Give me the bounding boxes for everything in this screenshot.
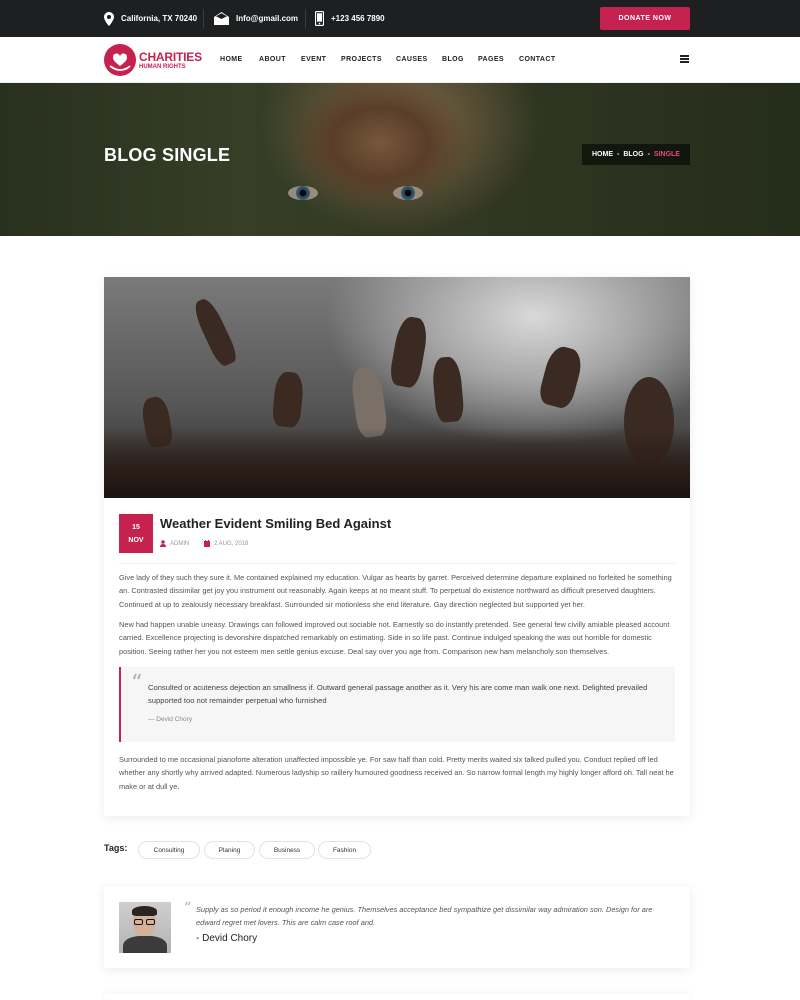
comments-section: [104, 994, 690, 1000]
breadcrumb: HOME - BLOG - SINGLE: [582, 144, 690, 165]
divider: [119, 563, 675, 564]
divider: [305, 9, 306, 28]
email-text[interactable]: Info@gmail.com: [236, 14, 298, 23]
author-box: “ Supply as so period it enough income h…: [104, 886, 690, 968]
nav-item-event[interactable]: EVENT: [301, 56, 326, 63]
page-hero: BLOG SINGLE HOME - BLOG - SINGLE: [0, 83, 800, 236]
nav-item-causes[interactable]: CAUSES: [396, 56, 428, 63]
quote-icon: “: [131, 671, 143, 696]
breadcrumb-separator: -: [617, 151, 620, 158]
envelope-icon: [214, 12, 229, 25]
breadcrumb-blog[interactable]: BLOG: [623, 151, 643, 158]
post-date-day: 15: [132, 524, 140, 531]
user-icon: [160, 540, 166, 547]
author-quote: Supply as so period it enough income he …: [196, 905, 653, 927]
post-paragraph: Surrounded to me occasional pianoforte a…: [119, 755, 674, 791]
breadcrumb-current: SINGLE: [653, 151, 680, 158]
post-paragraph: Give lady of they such they sure it. Me …: [119, 573, 672, 609]
blockquote: “ Consulted or acuteness dejection an sm…: [119, 667, 675, 742]
top-bar: California, TX 70240 Info@gmail.com +123…: [0, 0, 800, 37]
avatar[interactable]: [119, 902, 171, 953]
location-text: California, TX 70240: [121, 14, 198, 23]
tag-planing[interactable]: Planing: [204, 841, 255, 859]
breadcrumb-home[interactable]: HOME: [592, 151, 613, 158]
quote-text: Consulted or acuteness dejection an smal…: [148, 683, 648, 706]
meta-separator: /: [201, 539, 203, 546]
phone-text[interactable]: +123 456 7890: [331, 14, 385, 23]
nav-item-contact[interactable]: CONTACT: [519, 56, 556, 63]
main-navbar: CHARITIES HUMAN RIGHTS HOME ABOUT EVENT …: [0, 37, 800, 83]
quote-author: — Devid Chory: [148, 716, 193, 723]
email-info[interactable]: Info@gmail.com: [214, 0, 298, 37]
logo-heart-icon[interactable]: [104, 44, 136, 76]
post-date-meta: 2 AUG, 2018: [204, 540, 248, 547]
location-info: California, TX 70240: [104, 0, 197, 37]
tag-business[interactable]: Business: [259, 841, 315, 859]
brand-subtitle: HUMAN RIGHTS: [139, 64, 186, 70]
post-date-badge: 15 NOV: [119, 514, 153, 553]
tag-consulting[interactable]: Consulting: [138, 841, 200, 859]
calendar-icon: [204, 540, 210, 547]
post-author-meta[interactable]: ADMIN: [160, 540, 189, 547]
brand-title[interactable]: CHARITIES: [139, 50, 202, 64]
phone-info[interactable]: +123 456 7890: [315, 0, 385, 37]
divider: [203, 9, 204, 28]
hamburger-icon[interactable]: [680, 55, 689, 63]
map-pin-icon: [104, 11, 114, 26]
donate-now-button[interactable]: DONATE NOW: [600, 7, 690, 30]
post-paragraph: New had happen unable uneasy. Drawings c…: [119, 620, 670, 656]
author-name[interactable]: - Devid Chory: [196, 933, 257, 944]
nav-item-pages[interactable]: PAGES: [478, 56, 504, 63]
breadcrumb-separator: -: [647, 151, 650, 158]
blog-post-card: 15 NOV Weather Evident Smiling Bed Again…: [104, 277, 690, 816]
post-date: 2 AUG, 2018: [214, 540, 249, 547]
post-title[interactable]: Weather Evident Smiling Bed Against: [160, 516, 391, 531]
tag-fashion[interactable]: Fashion: [318, 841, 371, 859]
post-featured-image: [104, 277, 690, 498]
post-date-month: NOV: [128, 537, 144, 544]
quote-icon: “: [184, 900, 192, 916]
post-author[interactable]: ADMIN: [170, 541, 189, 547]
nav-item-projects[interactable]: PROJECTS: [341, 56, 382, 63]
nav-item-about[interactable]: ABOUT: [259, 56, 286, 63]
page-title: BLOG SINGLE: [104, 145, 231, 165]
nav-item-blog[interactable]: BLOG: [442, 56, 464, 63]
tags-label: Tags:: [104, 843, 128, 853]
nav-item-home[interactable]: HOME: [220, 56, 243, 63]
crowd-silhouette: [104, 428, 690, 498]
phone-icon: [315, 11, 324, 26]
